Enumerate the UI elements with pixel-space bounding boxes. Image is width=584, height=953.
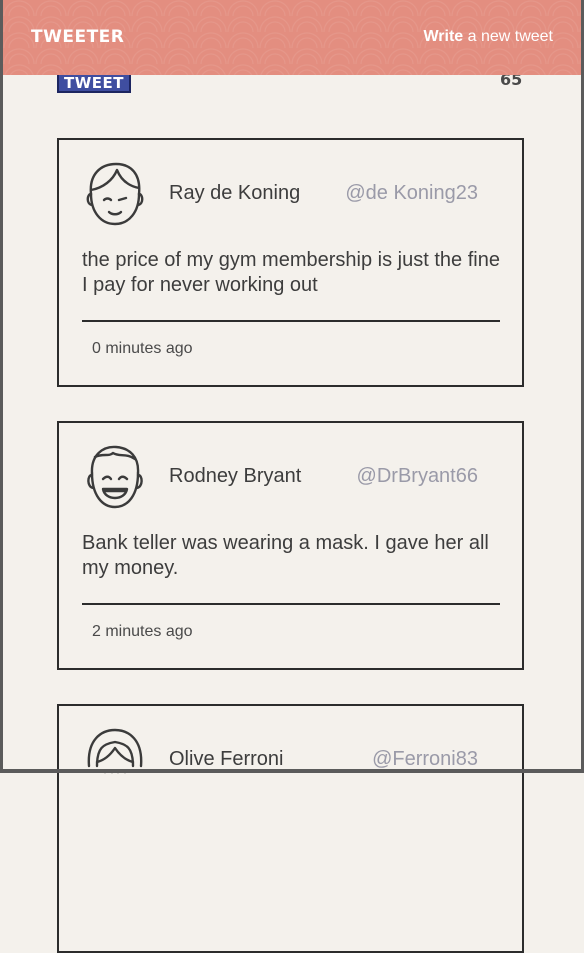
tweet-divider [82, 603, 500, 605]
author-name: Ray de Koning [169, 182, 301, 204]
tweet-card: Rodney Bryant @DrBryant66 Bank teller wa… [57, 421, 524, 670]
write-new-tweet-link[interactable]: Write a new tweet [423, 28, 553, 46]
author-handle: @Ferroni83 [372, 748, 478, 770]
tweet-card: Ray de Koning @de Koning23 the price of … [57, 138, 524, 387]
tweet-timestamp: 2 minutes ago [92, 623, 193, 640]
tweet-text: Bank teller was wearing a mask. I gave h… [82, 532, 489, 579]
tweet-timestamp: 0 minutes ago [92, 340, 193, 357]
smiling-boy-avatar-icon [83, 160, 147, 228]
author-handle: @de Koning23 [345, 182, 478, 204]
laughing-man-avatar-icon [83, 443, 147, 511]
author-name: Olive Ferroni [169, 748, 284, 770]
compose-link-rest: a new tweet [463, 28, 553, 45]
tweet-card: Olive Ferroni @Ferroni83 [57, 704, 524, 953]
window-frame-bottom [0, 769, 584, 773]
brand-logo[interactable]: TWEETER [31, 27, 124, 47]
tweet-divider [82, 320, 500, 322]
compose-link-bold: Write [423, 28, 464, 45]
woman-avatar-icon [83, 726, 147, 794]
window-frame-left [0, 0, 3, 773]
author-name: Rodney Bryant [169, 465, 302, 487]
top-navbar: TWEETER Write a new tweet [3, 0, 581, 75]
tweet-text: the price of my gym membership is just t… [82, 249, 500, 296]
author-handle: @DrBryant66 [356, 465, 478, 487]
